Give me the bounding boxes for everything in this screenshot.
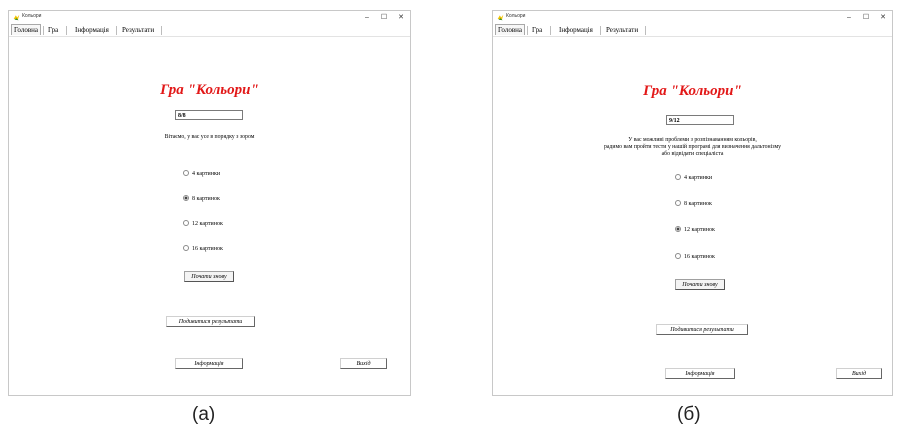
option-12-pictures[interactable]: 12 картинок: [183, 219, 223, 228]
minimize-button[interactable]: –: [360, 13, 374, 22]
start-again-button[interactable]: Почати знову: [184, 271, 234, 282]
menu-bar: Головна Гра Інформація Результати: [493, 24, 892, 37]
radio-selected-icon: [675, 225, 681, 232]
maximize-button[interactable]: ☐: [859, 13, 873, 22]
radio-icon: [183, 219, 189, 226]
menu-item-info[interactable]: Інформація: [73, 25, 111, 35]
result-message-line: радимо вам пройти тести у нашій програмі…: [603, 144, 782, 150]
window-title: Кольори: [506, 13, 526, 19]
option-label: 4 картинки: [684, 175, 713, 181]
option-16-pictures[interactable]: 16 картинок: [183, 244, 223, 253]
info-button[interactable]: Інформація: [175, 358, 243, 369]
title-bar: Кольори – ☐ ✕: [9, 11, 410, 24]
menu-item-results[interactable]: Результати: [604, 25, 640, 35]
menu-bar: Головна Гра Інформація Результати: [9, 24, 410, 37]
score-field[interactable]: 9/12: [666, 115, 734, 125]
option-8-pictures[interactable]: 8 картинок: [183, 194, 220, 203]
window-title: Кольори: [22, 13, 42, 19]
radio-icon: [183, 169, 189, 176]
score-field[interactable]: 8/8: [175, 110, 243, 120]
close-button[interactable]: ✕: [876, 13, 890, 22]
option-label: 16 картинок: [192, 246, 223, 252]
menu-separator: [116, 26, 117, 35]
option-label: 12 картинок: [684, 227, 715, 233]
menu-separator: [66, 26, 67, 35]
app-window-a: Кольори – ☐ ✕ Головна Гра Інформація Рез…: [8, 10, 411, 396]
result-message-line: або відвідати спеціаліста: [661, 151, 724, 157]
caption-b: (б): [677, 404, 701, 425]
option-label: 4 картинки: [192, 171, 221, 177]
menu-separator: [527, 26, 528, 35]
menu-item-home[interactable]: Головна: [11, 24, 41, 35]
start-again-button[interactable]: Почати знову: [675, 279, 725, 290]
menu-item-game[interactable]: Гра: [530, 25, 544, 35]
caption-a: (а): [192, 404, 216, 425]
app-window-b: Кольори – ☐ ✕ Головна Гра Інформація Рез…: [492, 10, 893, 396]
close-button[interactable]: ✕: [394, 13, 408, 22]
radio-selected-icon: [183, 194, 189, 201]
radio-icon: [675, 252, 681, 259]
game-title: Гра "Кольори": [643, 83, 742, 99]
radio-icon: [675, 173, 681, 180]
option-8-pictures[interactable]: 8 картинок: [675, 199, 712, 208]
option-4-pictures[interactable]: 4 картинки: [675, 173, 713, 182]
menu-item-info[interactable]: Інформація: [557, 25, 595, 35]
exit-button[interactable]: Вихід: [340, 358, 387, 369]
menu-separator: [43, 26, 44, 35]
menu-separator: [645, 26, 646, 35]
radio-icon: [183, 244, 189, 251]
option-16-pictures[interactable]: 16 картинок: [675, 252, 715, 261]
option-label: 16 картинок: [684, 254, 715, 260]
option-label: 8 картинок: [684, 201, 712, 207]
exit-button[interactable]: Вихід: [836, 368, 882, 379]
radio-icon: [675, 199, 681, 206]
app-bird-icon: [497, 14, 504, 21]
menu-separator: [161, 26, 162, 35]
view-results-button[interactable]: Подивитися результати: [166, 316, 255, 327]
option-label: 8 картинок: [192, 196, 220, 202]
info-button[interactable]: Інформація: [665, 368, 735, 379]
option-label: 12 картинок: [192, 221, 223, 227]
menu-item-results[interactable]: Результати: [120, 25, 156, 35]
app-bird-icon: [13, 14, 20, 21]
minimize-button[interactable]: –: [842, 13, 856, 22]
option-4-pictures[interactable]: 4 картинки: [183, 169, 221, 178]
result-message-line: Вітаємо, у вас усе в порядку з зором: [164, 134, 255, 140]
result-message-line: У вас можливі проблеми з розпізнаванням …: [628, 137, 757, 143]
title-bar: Кольори – ☐ ✕: [493, 11, 892, 24]
game-title: Гра "Кольори": [160, 82, 259, 98]
menu-separator: [600, 26, 601, 35]
menu-item-game[interactable]: Гра: [46, 25, 60, 35]
menu-separator: [550, 26, 551, 35]
option-12-pictures[interactable]: 12 картинок: [675, 225, 715, 234]
view-results-button[interactable]: Подивитися результати: [656, 324, 748, 335]
maximize-button[interactable]: ☐: [377, 13, 391, 22]
menu-item-home[interactable]: Головна: [495, 24, 525, 35]
